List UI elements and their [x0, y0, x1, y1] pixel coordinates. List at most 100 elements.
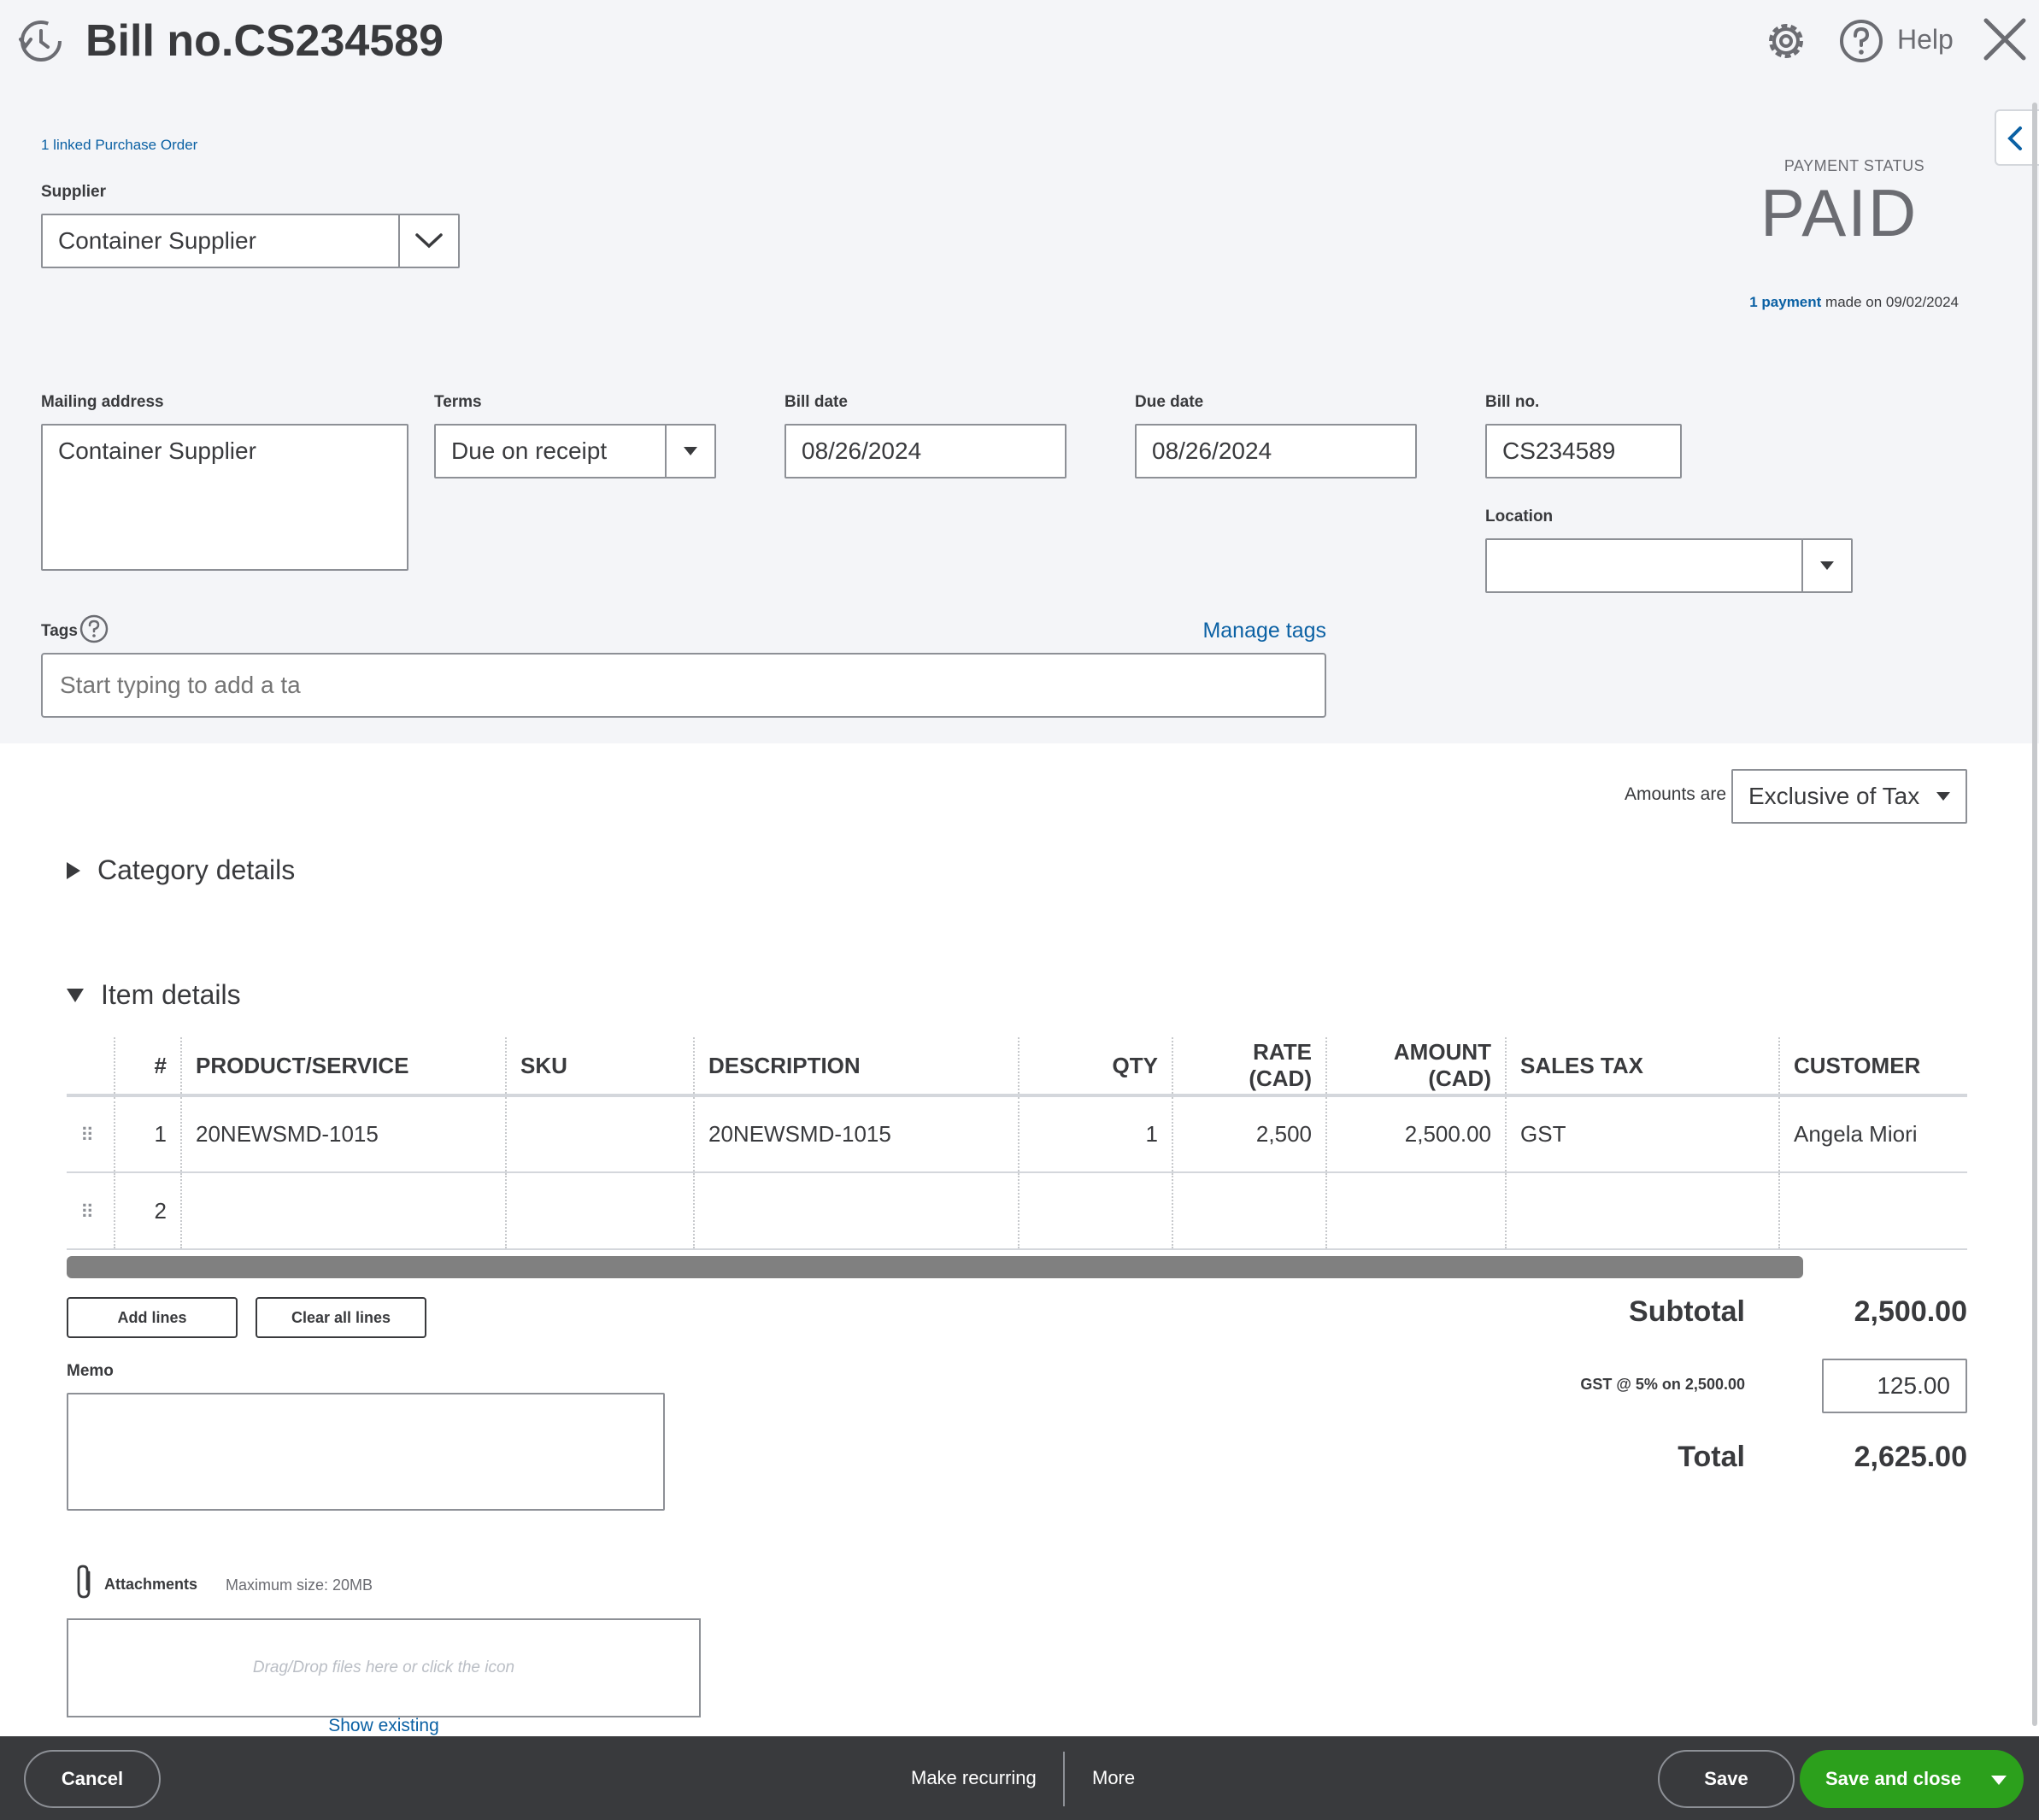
qty-cell[interactable] — [1018, 1172, 1172, 1250]
due-date-value: 08/26/2024 — [1152, 437, 1272, 464]
location-dropdown-button[interactable] — [1801, 538, 1853, 593]
cancel-button[interactable]: Cancel — [24, 1750, 161, 1808]
help-icon[interactable] — [1837, 17, 1885, 65]
column-header-rate: RATE (CAD) — [1172, 1037, 1326, 1097]
gst-value: 125.00 — [1877, 1372, 1950, 1399]
linked-purchase-order-link[interactable]: 1 linked Purchase Order — [41, 137, 197, 154]
sales-tax-cell[interactable]: GST — [1505, 1095, 1779, 1173]
amount-cell[interactable]: 2,500.00 — [1325, 1095, 1506, 1173]
page-title: Bill no.CS234589 — [85, 16, 444, 66]
sales-tax-cell[interactable] — [1505, 1172, 1779, 1250]
more-button[interactable]: More — [1092, 1767, 1135, 1789]
item-details-title: Item details — [101, 979, 241, 1010]
customer-cell[interactable]: Angela Miori — [1778, 1095, 1967, 1173]
save-options-caret-icon[interactable] — [1991, 1776, 2007, 1785]
tags-input[interactable] — [41, 653, 1326, 718]
product-cell[interactable]: 20NEWSMD-1015 — [180, 1095, 506, 1173]
payment-info: 1 payment made on 09/02/2024 — [1624, 294, 1959, 311]
supplier-value: Container Supplier — [58, 227, 256, 254]
sku-cell[interactable] — [505, 1172, 694, 1250]
chevron-left-icon — [2007, 126, 2022, 150]
gst-amount-input[interactable]: 125.00 — [1822, 1359, 1967, 1413]
mailing-address-value: Container Supplier — [58, 437, 256, 464]
terms-select[interactable]: Due on receipt — [434, 424, 667, 478]
due-date-input[interactable]: 08/26/2024 — [1135, 424, 1417, 478]
gst-label: GST @ 5% on 2,500.00 — [1580, 1376, 1745, 1393]
close-icon[interactable] — [1981, 15, 2029, 63]
mailing-address-label: Mailing address — [41, 393, 164, 411]
description-cell[interactable]: 20NEWSMD-1015 — [693, 1095, 1019, 1173]
paperclip-icon[interactable] — [72, 1564, 97, 1601]
qty-cell[interactable]: 1 — [1018, 1095, 1172, 1173]
show-existing-link[interactable]: Show existing — [67, 1716, 701, 1736]
item-details-table: # PRODUCT/SERVICE SKU DESCRIPTION QTY RA… — [67, 1037, 1967, 1250]
terms-dropdown-button[interactable] — [665, 424, 716, 478]
product-cell[interactable] — [180, 1172, 506, 1250]
table-horizontal-scrollbar[interactable] — [67, 1256, 1803, 1278]
recent-history-icon[interactable] — [17, 17, 65, 65]
help-link[interactable]: Help — [1897, 24, 1954, 56]
gear-icon[interactable] — [1762, 17, 1810, 65]
table-row[interactable]: ⠿ 2 — [67, 1172, 1967, 1250]
customer-cell[interactable] — [1778, 1172, 1967, 1250]
description-cell[interactable] — [693, 1172, 1019, 1250]
save-and-close-label: Save and close — [1825, 1768, 1961, 1789]
rate-cell[interactable]: 2,500 — [1172, 1095, 1326, 1173]
drop-zone-text: Drag/Drop files here or click the icon — [252, 1659, 515, 1676]
attachments-label: Attachments — [104, 1576, 198, 1593]
chevron-down-icon — [415, 233, 443, 249]
column-header-customer: CUSTOMER — [1778, 1037, 1967, 1097]
clear-all-lines-button[interactable]: Clear all lines — [256, 1297, 426, 1338]
due-date-label: Due date — [1135, 393, 1204, 411]
column-header-sales-tax: SALES TAX — [1505, 1037, 1779, 1097]
memo-field[interactable] — [67, 1393, 665, 1511]
amounts-select[interactable]: Exclusive of Tax — [1731, 769, 1967, 824]
bill-no-value: CS234589 — [1502, 437, 1616, 464]
bill-header-panel — [0, 0, 2039, 743]
row-number: 1 — [114, 1095, 181, 1173]
supplier-input[interactable]: Container Supplier — [41, 214, 400, 268]
add-lines-button[interactable]: Add lines — [67, 1297, 238, 1338]
payment-made-on: made on 09/02/2024 — [1821, 294, 1959, 310]
attachments-max-size: Maximum size: 20MB — [226, 1576, 373, 1594]
memo-label: Memo — [67, 1362, 114, 1380]
tags-help-icon[interactable] — [79, 614, 109, 644]
item-details-toggle[interactable]: Item details — [67, 979, 241, 1011]
total-value: 2,625.00 — [1854, 1441, 1967, 1473]
location-label: Location — [1485, 508, 1554, 525]
manage-tags-link[interactable]: Manage tags — [1111, 619, 1326, 643]
terms-label: Terms — [434, 393, 482, 411]
total-label: Total — [1678, 1441, 1745, 1473]
column-header-amount: AMOUNT (CAD) — [1325, 1037, 1506, 1097]
caret-down-icon — [67, 988, 84, 1002]
amount-cell[interactable] — [1325, 1172, 1506, 1250]
tags-label: Tags — [41, 622, 78, 640]
drag-grip-icon: ⠿ — [80, 1124, 94, 1146]
drag-handle[interactable]: ⠿ — [67, 1095, 115, 1173]
payment-status-value: PAID — [1760, 175, 1919, 250]
save-and-close-button[interactable]: Save and close — [1800, 1750, 2024, 1808]
category-details-toggle[interactable]: Category details — [67, 854, 295, 886]
bill-date-input[interactable]: 08/26/2024 — [784, 424, 1067, 478]
sku-cell[interactable] — [505, 1095, 694, 1173]
supplier-dropdown-button[interactable] — [398, 214, 460, 268]
table-row[interactable]: ⠿ 1 20NEWSMD-1015 20NEWSMD-1015 1 2,500 … — [67, 1095, 1967, 1173]
payment-link[interactable]: 1 payment — [1749, 294, 1821, 310]
page-vertical-scrollbar[interactable] — [2032, 103, 2037, 1726]
attachments-drop-zone[interactable]: Drag/Drop files here or click the icon — [67, 1618, 701, 1717]
row-number: 2 — [114, 1172, 181, 1250]
bill-no-input[interactable]: CS234589 — [1485, 424, 1682, 478]
mailing-address-field[interactable]: Container Supplier — [41, 424, 408, 571]
drag-handle[interactable]: ⠿ — [67, 1172, 115, 1250]
make-recurring-button[interactable]: Make recurring — [911, 1767, 1037, 1789]
subtotal-label: Subtotal — [1629, 1295, 1745, 1328]
column-header-product: PRODUCT/SERVICE — [180, 1037, 506, 1097]
bill-date-label: Bill date — [784, 393, 848, 411]
caret-down-icon — [1820, 561, 1834, 570]
location-select[interactable] — [1485, 538, 1803, 593]
caret-down-icon — [684, 447, 697, 455]
save-button[interactable]: Save — [1658, 1750, 1795, 1808]
caret-right-icon — [67, 861, 80, 879]
rate-cell[interactable] — [1172, 1172, 1326, 1250]
bill-no-label: Bill no. — [1485, 393, 1540, 411]
